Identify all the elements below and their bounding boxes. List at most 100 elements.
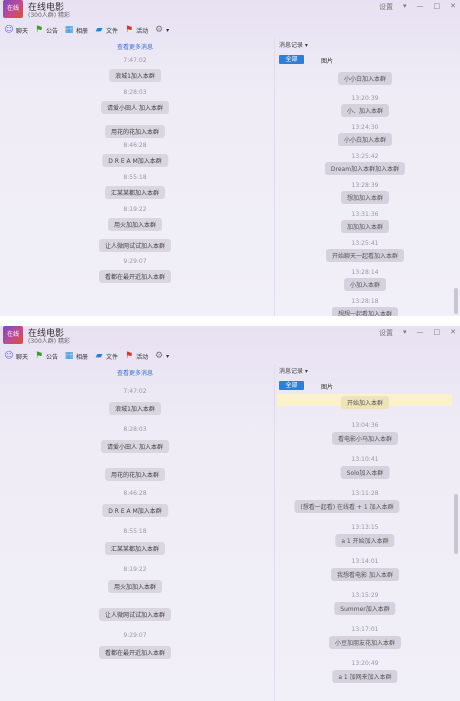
- message-time: 9:29:07: [123, 632, 147, 639]
- history-message: Summer加入本群: [334, 602, 396, 615]
- history-message: 小豆加朋友花加入本群: [328, 636, 402, 649]
- activity-icon: ⚑: [125, 25, 134, 35]
- tab-all[interactable]: 全部: [279, 381, 304, 390]
- history-time: 13:13:15: [351, 524, 379, 531]
- toolbar-album-button[interactable]: ▦ 相册: [64, 351, 88, 361]
- system-message: 用火加加入本群: [107, 580, 163, 593]
- chat-window-frame-2: 在线 在线电影 (300人群) 精彩 设置 ▾ — □ ✕ ☺ 聊天 ⚑ 公告 ▦ 相…: [0, 326, 460, 701]
- history-message: 看电影小马加入本群: [331, 432, 399, 445]
- system-message: 浪城1加入本群: [109, 69, 161, 82]
- maximize-icon[interactable]: □: [434, 2, 441, 12]
- settings-menu-button[interactable]: 设置: [379, 328, 393, 338]
- close-icon[interactable]: ✕: [450, 328, 456, 338]
- system-message: 请爱小田人 加入本群: [101, 440, 169, 453]
- chat-message-area: 查看更多消息 7:47:02 浪城1加入本群 8:28:03 请爱小田人 加入本…: [0, 364, 270, 701]
- chat-icon: ☺: [4, 351, 14, 361]
- settings-icon: ⚙: [155, 25, 164, 35]
- history-message: 开始加入本群: [340, 396, 390, 409]
- minimize-icon[interactable]: —: [417, 328, 424, 338]
- flag-icon: ⚑: [34, 351, 44, 361]
- message-time: 8:46:28: [123, 142, 147, 149]
- history-message: 我想看电影 加入本群: [331, 568, 399, 581]
- message-time: 8:28:03: [123, 89, 147, 96]
- toolbar-settings-button[interactable]: ⚙ ▾: [154, 25, 169, 35]
- toolbar-activity-button[interactable]: ⚑ 活动: [124, 25, 148, 35]
- photo-icon: ▦: [64, 351, 74, 361]
- chat-window-frame-1: 在线 在线电影 (300人群) 精彩 设置 ▾ — □ ✕ ☺ 聊天 ⚑ 公告 ▦ 相…: [0, 0, 460, 316]
- history-time: 13:25:42: [351, 153, 379, 160]
- history-title-dropdown[interactable]: 消息记录 ▾: [279, 366, 308, 375]
- toolbar-notice-button[interactable]: ⚑ 公告: [34, 25, 58, 35]
- tab-all[interactable]: 全部: [279, 55, 304, 64]
- history-message: 想想一起看加入本群: [331, 307, 399, 316]
- message-time: 9:29:07: [123, 258, 147, 265]
- history-time: 13:14:01: [351, 558, 379, 565]
- history-time: 13:17:01: [351, 626, 379, 633]
- group-meta: (300人群) 精彩: [28, 12, 71, 19]
- toolbar-files-button[interactable]: ▰ 文件: [94, 25, 118, 35]
- history-title-dropdown[interactable]: 消息记录 ▾: [279, 40, 308, 49]
- tab-images[interactable]: 图片: [321, 56, 333, 65]
- group-avatar[interactable]: 在线: [3, 0, 23, 18]
- title-bar: 在线 在线电影 (300人群) 精彩 设置 ▾ — □ ✕: [0, 326, 460, 348]
- history-message: a 1 开始加入本群: [335, 534, 395, 547]
- settings-icon: ⚙: [155, 351, 164, 361]
- message-time: 8:55:18: [123, 528, 147, 535]
- system-message: 让人微网试试加入本群: [98, 608, 172, 621]
- settings-menu-button[interactable]: 设置: [379, 2, 393, 12]
- history-message: (想看一起看) 在线看 + 1 加入本群: [294, 500, 400, 513]
- message-time: 8:19:22: [123, 206, 147, 213]
- folder-icon: ▰: [95, 25, 103, 35]
- history-time: 13:15:29: [351, 592, 379, 599]
- system-message: 请爱小田人 加入本群: [101, 101, 169, 114]
- history-time: 13:25:41: [351, 240, 379, 247]
- history-time: 13:20:49: [351, 660, 379, 667]
- history-message: 想加加入本群: [340, 191, 390, 204]
- toolbar-chat-button[interactable]: ☺ 聊天: [4, 351, 28, 361]
- minimize-icon[interactable]: —: [417, 2, 424, 12]
- message-time: 7:47:02: [123, 57, 147, 64]
- system-message: 浪城1加入本群: [109, 402, 161, 415]
- history-message: 小加入本群: [343, 278, 387, 291]
- message-time: 8:46:28: [123, 490, 147, 497]
- system-message: 用花的花加入本群: [104, 468, 166, 481]
- load-more-link[interactable]: 查看更多消息: [0, 42, 270, 51]
- system-message: 用花的花加入本群: [104, 125, 166, 138]
- group-avatar[interactable]: 在线: [3, 326, 23, 344]
- group-meta: (300人群) 精彩: [28, 338, 71, 345]
- history-time: 13:04:36: [351, 422, 379, 429]
- toolbar-notice-button[interactable]: ⚑ 公告: [34, 351, 58, 361]
- message-time: 7:47:02: [123, 388, 147, 395]
- close-icon[interactable]: ✕: [450, 2, 456, 12]
- toolbar: ☺ 聊天 ⚑ 公告 ▦ 相册 ▰ 文件 ⚑ 活动 ⚙ ▾: [0, 22, 460, 38]
- history-panel: 消息记录 ▾ 全部 图片 开始加入本群 13:04:36 看电影小马加入本群 1…: [274, 364, 460, 701]
- message-time: 8:55:18: [123, 174, 147, 181]
- system-message: 汇某某都加入本群: [104, 186, 166, 199]
- scrollbar-thumb[interactable]: [454, 288, 458, 314]
- system-message: D R E A M加入本群: [102, 504, 168, 517]
- message-time: 8:28:03: [123, 426, 147, 433]
- system-message: 看都在最开近加入本群: [98, 270, 172, 283]
- toolbar-files-button[interactable]: ▰ 文件: [94, 351, 118, 361]
- history-time: 13:20:39: [351, 95, 379, 102]
- maximize-icon[interactable]: □: [434, 328, 441, 338]
- chat-message-area: 查看更多消息 7:47:02 浪城1加入本群 8:28:03 请爱小田人 加入本…: [0, 38, 270, 316]
- dropdown-icon[interactable]: ▾: [403, 2, 407, 12]
- toolbar-album-button[interactable]: ▦ 相册: [64, 25, 88, 35]
- scrollbar-thumb[interactable]: [454, 494, 458, 554]
- history-time: 13:10:41: [351, 456, 379, 463]
- toolbar-chat-button[interactable]: ☺ 聊天: [4, 25, 28, 35]
- history-list: 开始加入本群 13:04:36 看电影小马加入本群 13:10:41 Solo加…: [275, 394, 460, 701]
- dropdown-icon[interactable]: ▾: [403, 328, 407, 338]
- folder-icon: ▰: [95, 351, 103, 361]
- tab-images[interactable]: 图片: [321, 382, 333, 391]
- history-message: 开始聊天一起看加入本群: [325, 249, 405, 262]
- history-time: 13:28:18: [351, 298, 379, 305]
- history-message: Dream加入本群加入本群: [324, 162, 406, 175]
- title-bar: 在线 在线电影 (300人群) 精彩 设置 ▾ — □ ✕: [0, 0, 460, 22]
- load-more-link[interactable]: 查看更多消息: [0, 368, 270, 377]
- toolbar-settings-button[interactable]: ⚙ ▾: [154, 351, 169, 361]
- history-message: 加加加入本群: [340, 220, 390, 233]
- toolbar-activity-button[interactable]: ⚑ 活动: [124, 351, 148, 361]
- chat-icon: ☺: [4, 25, 14, 35]
